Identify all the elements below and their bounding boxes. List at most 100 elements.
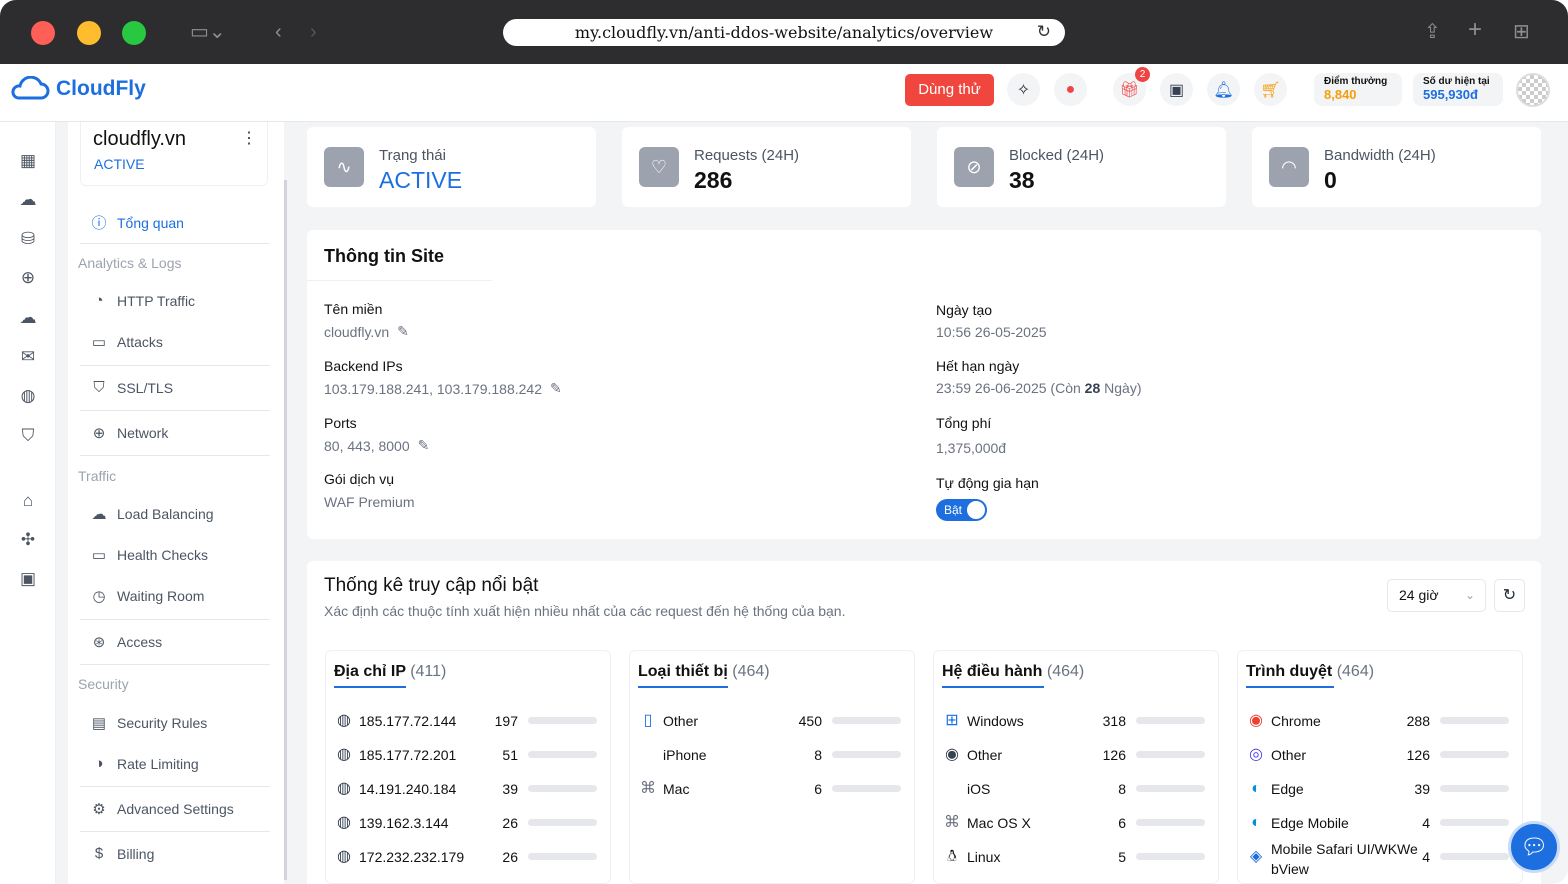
item-name: 14.191.240.184 xyxy=(359,781,457,797)
panel-title-text[interactable]: Địa chỉ IP xyxy=(334,663,406,680)
url-text: my.cloudfly.vn/anti-ddos-website/analyti… xyxy=(574,23,994,42)
chrome-icon: ◉ xyxy=(1249,712,1263,729)
tab-overview-icon[interactable]: ⊞ xyxy=(1513,22,1530,42)
cloud-server-icon[interactable]: ☁ xyxy=(18,308,38,328)
cart-icon[interactable]: 🛒︎ xyxy=(1254,73,1287,106)
database-icon[interactable]: ⛁ xyxy=(18,229,38,249)
sidebar-item-label: Billing xyxy=(117,845,155,862)
list-item[interactable]: ◍ 139.162.3.144 26 xyxy=(334,813,604,833)
sidebar-toggle-icon[interactable]: ▭⌄ xyxy=(190,22,226,42)
balance-pill[interactable]: Số dư hiện tại 595,930đ xyxy=(1413,73,1503,106)
cloud-icon[interactable]: ☁ xyxy=(18,190,38,210)
panel-title-text[interactable]: Trình duyệt xyxy=(1246,663,1332,680)
sidebar-item-http-traffic[interactable]: ◔ HTTP Traffic xyxy=(90,292,195,309)
sidebar-item-attacks[interactable]: ▭ Attacks xyxy=(90,333,163,351)
sidebar-item-overview[interactable]: ⓘ Tổng quan xyxy=(90,212,183,233)
forward-icon[interactable]: › xyxy=(310,22,317,42)
sidebar-item-rate-limiting[interactable]: ◑ Rate Limiting xyxy=(90,755,198,772)
globe-icon[interactable]: ◍ xyxy=(18,386,38,406)
list-item[interactable]: iPhone 8 xyxy=(638,745,908,765)
maximize-window-button[interactable] xyxy=(122,21,146,45)
network-globe-icon[interactable]: ⊕ xyxy=(18,268,38,288)
shield-icon: ⛉ xyxy=(93,379,105,396)
ticket-icon[interactable]: ▣ xyxy=(18,569,38,589)
time-range-select[interactable]: 24 giờ ⌄ xyxy=(1387,579,1486,612)
clock-icon: ◷ xyxy=(92,588,106,605)
accessibility-icon: ⊛ xyxy=(92,634,106,651)
list-item[interactable]: ◍ 172.232.232.179 26 xyxy=(334,847,604,867)
balance-label: Số dư hiện tại xyxy=(1423,76,1490,87)
connections-icon[interactable]: ✣ xyxy=(18,530,38,550)
panel-title-text[interactable]: Hệ điều hành xyxy=(942,663,1042,680)
list-item[interactable]: ▯ Other 450 xyxy=(638,711,908,731)
edit-icon[interactable]: ✎ xyxy=(550,380,562,397)
share-icon[interactable]: ⇪ xyxy=(1424,22,1441,42)
list-item[interactable]: iOS 8 xyxy=(942,779,1212,799)
list-item[interactable]: ◉ Other 126 xyxy=(942,745,1212,765)
list-item[interactable]: ◈ Mobile Safari UI/WKWe bView 4 xyxy=(1246,841,1516,877)
title-underline xyxy=(334,686,406,688)
list-item[interactable]: ◎ Other 126 xyxy=(1246,745,1516,765)
home-dollar-icon[interactable]: ⌂ xyxy=(18,491,38,511)
site-card: cloudfly.vn ACTIVE ⋮ xyxy=(80,122,268,186)
list-item[interactable]: ◍ 14.191.240.184 39 xyxy=(334,779,604,799)
sidebar-scrollbar[interactable] xyxy=(284,180,287,880)
reload-icon[interactable]: ↻ xyxy=(1037,19,1051,46)
safari-icon: ◈ xyxy=(1249,848,1263,865)
edit-icon[interactable]: ✎ xyxy=(418,437,430,454)
expiry-suffix: Ngày) xyxy=(1100,380,1142,396)
ticket-icon[interactable]: ▣ xyxy=(1160,73,1193,106)
refresh-button[interactable]: ↻ xyxy=(1494,579,1525,612)
minimize-window-button[interactable] xyxy=(77,21,101,45)
title-underline xyxy=(638,686,728,688)
list-item[interactable]: 🐧︎ Linux 5 xyxy=(942,847,1212,867)
chat-button[interactable]: 💬︎ xyxy=(1508,821,1560,873)
mail-icon[interactable]: ✉ xyxy=(18,347,38,367)
gift-icon[interactable]: 🎁︎ 2 xyxy=(1113,67,1150,106)
wifi-icon: ◠ xyxy=(1269,147,1309,187)
cloudfly-logo[interactable]: CloudFly xyxy=(10,76,146,102)
command-icon: ⌘ xyxy=(944,814,960,831)
backend-label: Backend IPs xyxy=(324,358,403,374)
sidebar-item-access[interactable]: ⊛ Access xyxy=(90,633,162,651)
sidebar-item-health-checks[interactable]: ▭ Health Checks xyxy=(90,546,208,564)
list-item[interactable]: ◍ 185.177.72.201 51 xyxy=(334,745,604,765)
list-item[interactable]: ◍ 185.177.72.144 197 xyxy=(334,711,604,731)
sidebar-item-load-balancing[interactable]: ☁ Load Balancing xyxy=(90,505,214,523)
sidebar-item-network[interactable]: ⊕ Network xyxy=(90,424,169,442)
magic-icon[interactable]: ✧ xyxy=(1007,73,1040,106)
back-icon[interactable]: ‹ xyxy=(275,22,282,42)
list-item[interactable]: ⊞ Windows 318 xyxy=(942,711,1212,731)
list-item[interactable]: ◐ Edge 39 xyxy=(1246,779,1516,799)
list-item[interactable]: ◉ Chrome 288 xyxy=(1246,711,1516,731)
more-menu-icon[interactable]: ⋮ xyxy=(241,128,257,148)
auto-renew-toggle[interactable]: Bật xyxy=(936,499,987,521)
list-item[interactable]: ⌘ Mac OS X 6 xyxy=(942,813,1212,833)
list-item[interactable]: ⌘ Mac 6 xyxy=(638,779,908,799)
time-range-value: 24 giờ xyxy=(1399,587,1439,603)
blocked-card: ⊘ Blocked (24H) 38 xyxy=(937,127,1226,207)
item-bar-track xyxy=(1136,853,1205,860)
address-bar[interactable]: my.cloudfly.vn/anti-ddos-website/analyti… xyxy=(503,19,1065,46)
panel-title-text[interactable]: Loại thiết bị xyxy=(638,663,728,680)
dashboard-icon[interactable]: ▦ xyxy=(18,151,38,171)
shield-icon[interactable]: ⛉ xyxy=(18,426,38,446)
sidebar-item-security-rules[interactable]: ▤ Security Rules xyxy=(90,714,207,732)
sidebar-item-waiting-room[interactable]: ◷ Waiting Room xyxy=(90,587,204,605)
close-window-button[interactable] xyxy=(31,21,55,45)
sidebar: cloudfly.vn ACTIVE ⋮ ⓘ Tổng quan Analytic… xyxy=(68,122,284,884)
bell-icon[interactable]: 🔔︎ xyxy=(1207,73,1240,106)
sidebar-item-ssl[interactable]: ⛉ SSL/TLS xyxy=(90,379,173,396)
item-count: 26 xyxy=(502,815,518,831)
sidebar-item-billing[interactable]: $ Billing xyxy=(90,845,155,862)
list-item[interactable]: ◐ Edge Mobile 4 xyxy=(1246,813,1516,833)
vietnam-flag-icon[interactable]: ● xyxy=(1054,73,1087,106)
requests-value: 286 xyxy=(694,167,733,193)
avatar[interactable] xyxy=(1516,73,1550,107)
edit-icon[interactable]: ✎ xyxy=(397,323,409,340)
sidebar-item-advanced-settings[interactable]: ⚙ Advanced Settings xyxy=(90,800,233,818)
item-count: 6 xyxy=(1118,815,1126,831)
try-button[interactable]: Dùng thử xyxy=(905,74,994,106)
new-tab-icon[interactable]: + xyxy=(1468,18,1482,42)
points-pill[interactable]: Điểm thưởng 8,840 xyxy=(1314,73,1402,106)
